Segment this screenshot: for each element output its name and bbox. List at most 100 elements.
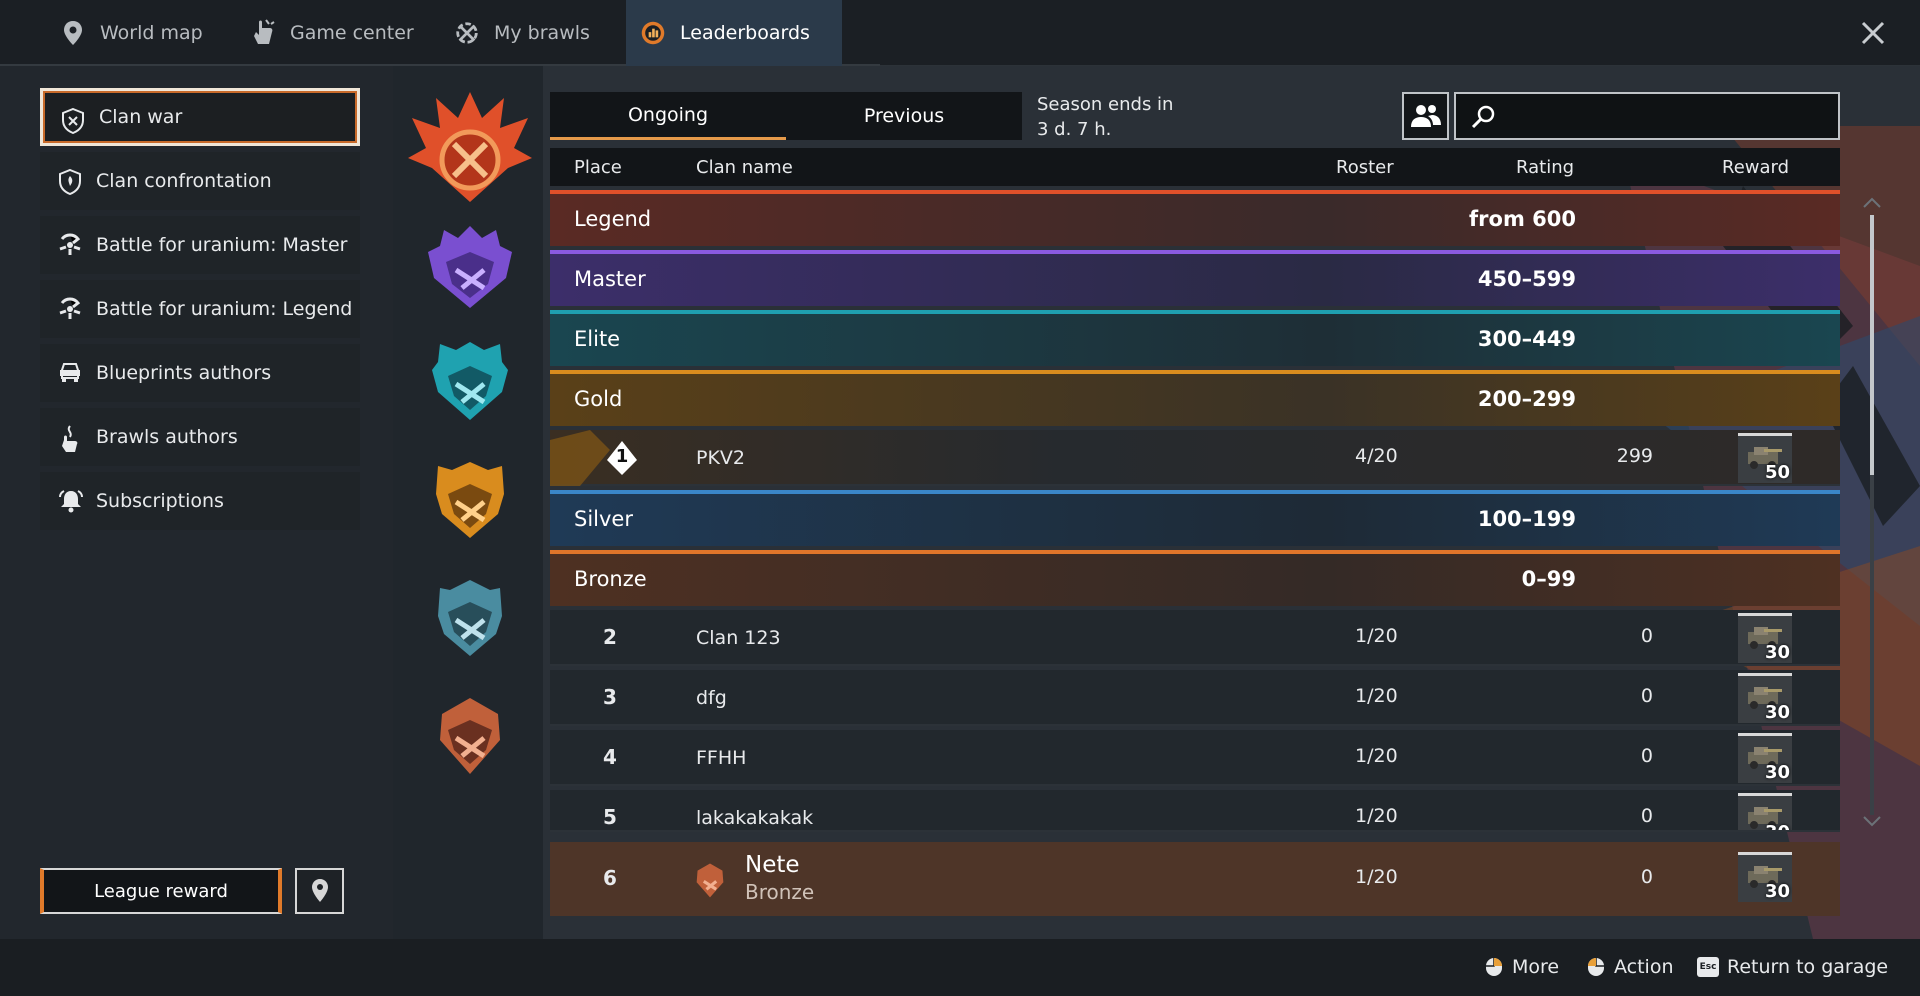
- league-color-bar: [550, 310, 1840, 314]
- scrollbar-thumb[interactable]: [1870, 215, 1874, 475]
- league-range: 300–449: [1477, 327, 1576, 351]
- column-rating: Rating: [1516, 157, 1575, 178]
- esc-key-icon: Esc: [1697, 957, 1719, 977]
- sidebar-item-label: Subscriptions: [96, 490, 224, 512]
- hint-label: Return to garage: [1727, 956, 1889, 978]
- table-row[interactable]: 5 lakakakakak 1/20 0 30: [550, 790, 1840, 832]
- sidebar-item-label: Blueprints authors: [96, 362, 272, 384]
- reward-item[interactable]: 50: [1738, 433, 1792, 483]
- rating-value: 0: [1640, 745, 1653, 767]
- close-icon: [1861, 21, 1885, 45]
- sidebar-item-blueprints-authors[interactable]: Blueprints authors: [40, 344, 360, 402]
- gold-league-emblem: [436, 462, 504, 538]
- league-name: Legend: [574, 207, 652, 231]
- place-number: 2: [603, 625, 617, 649]
- tab-ongoing[interactable]: Ongoing: [550, 92, 786, 140]
- roster-count: 1/20: [1355, 805, 1398, 827]
- close-button[interactable]: [1856, 16, 1890, 50]
- sidebar-item-uranium-legend[interactable]: Battle for uranium: Legend: [40, 280, 360, 338]
- tab-leaderboards[interactable]: Leaderboards: [626, 0, 842, 66]
- leaderboards-icon: [640, 20, 666, 46]
- hint-label: More: [1512, 956, 1560, 978]
- sidebar-item-uranium-master[interactable]: Battle for uranium: Master: [40, 216, 360, 274]
- tab-label: Game center: [290, 22, 414, 44]
- period-tabs: Ongoing Previous: [550, 92, 1022, 140]
- bell-icon: [58, 489, 83, 513]
- sidebar-item-brawls-authors[interactable]: Brawls authors: [40, 408, 360, 466]
- roster-count: 4/20: [1355, 445, 1398, 467]
- table-row[interactable]: 4 FFHH 1/20 0 30: [550, 730, 1840, 786]
- league-range: 100–199: [1477, 507, 1576, 531]
- game-center-icon: [250, 19, 276, 46]
- tab-world-map[interactable]: World map: [60, 0, 203, 66]
- place-number: 4: [603, 745, 617, 769]
- column-roster: Roster: [1336, 157, 1394, 178]
- sidebar-item-clan-confrontation[interactable]: Clan confrontation: [40, 152, 360, 210]
- chevron-down-icon[interactable]: [1862, 815, 1882, 829]
- reward-amount: 30: [1764, 881, 1790, 902]
- master-league-emblem: [428, 226, 512, 308]
- table-row[interactable]: 2 Clan 123 1/20 0 30: [550, 610, 1840, 666]
- league-row-legend: Legend from 600: [550, 190, 1840, 246]
- clan-name: dfg: [696, 687, 727, 709]
- reward-item[interactable]: 30: [1738, 613, 1792, 663]
- reward-amount: 30: [1765, 822, 1790, 830]
- clan-name: lakakakakak: [696, 807, 814, 829]
- uranium-icon: [58, 297, 82, 321]
- mouse-right-click-icon: [1486, 958, 1502, 976]
- league-color-bar: [550, 550, 1840, 554]
- show-friends-button[interactable]: [1402, 92, 1449, 140]
- flame-hand-icon: [58, 425, 82, 452]
- league-color-bar: [550, 370, 1840, 374]
- roster-count: 1/20: [1355, 866, 1398, 888]
- league-reward-label: League reward: [94, 880, 228, 902]
- table-header: Place Clan name Roster Rating Reward: [550, 148, 1840, 186]
- list-scrollbar[interactable]: [1862, 195, 1882, 835]
- clan-name: Nete: [745, 852, 800, 878]
- sidebar-item-label: Battle for uranium: Master: [96, 234, 348, 256]
- sidebar-item-clan-war[interactable]: Clan war: [40, 88, 360, 146]
- table-row[interactable]: 1 PKV2 4/20 299 50: [550, 430, 1840, 486]
- reward-item[interactable]: 30: [1738, 733, 1792, 783]
- uranium-icon: [58, 233, 82, 257]
- place-number: 6: [603, 866, 617, 890]
- table-row[interactable]: 3 dfg 1/20 0 30: [550, 670, 1840, 726]
- hint-return-to-garage[interactable]: Esc Return to garage: [1697, 956, 1888, 978]
- locate-own-clan-button[interactable]: [295, 868, 344, 914]
- bronze-league-emblem: [696, 863, 724, 898]
- bronze-league-emblem: [440, 698, 500, 774]
- tab-game-center[interactable]: Game center: [250, 0, 414, 66]
- sidebar-item-label: Clan confrontation: [96, 170, 272, 192]
- sidebar-item-label: Clan war: [99, 106, 183, 128]
- clan-search-input[interactable]: [1454, 92, 1840, 140]
- tab-label: Previous: [863, 105, 945, 127]
- hint-action[interactable]: Action: [1586, 956, 1674, 978]
- roster-count: 1/20: [1355, 625, 1398, 647]
- clan-name: FFHH: [696, 747, 747, 769]
- league-reward-button[interactable]: League reward: [40, 868, 282, 914]
- rating-value: 0: [1640, 685, 1653, 707]
- tab-my-brawls[interactable]: My brawls: [454, 0, 590, 66]
- sidebar-item-subscriptions[interactable]: Subscriptions: [40, 472, 360, 530]
- hint-label: Action: [1614, 956, 1674, 978]
- clan-league: Bronze: [745, 880, 815, 904]
- tab-previous[interactable]: Previous: [786, 92, 1022, 140]
- chevron-up-icon[interactable]: [1862, 195, 1882, 209]
- roster-count: 1/20: [1355, 685, 1398, 707]
- elite-league-emblem: [432, 342, 508, 420]
- reward-item[interactable]: 30: [1738, 673, 1792, 723]
- hint-more[interactable]: More: [1484, 956, 1559, 978]
- tab-label: Leaderboards: [680, 22, 810, 44]
- leaderboards-screen: World map Game center My brawls Leaderbo…: [0, 0, 1920, 996]
- reward-amount: 30: [1764, 642, 1790, 663]
- reward-amount: 30: [1764, 762, 1790, 783]
- reward-item[interactable]: 30: [1738, 793, 1792, 830]
- reward-item[interactable]: 30: [1738, 852, 1792, 902]
- own-clan-row[interactable]: 6 Nete Bronze 1/20 0 30: [550, 842, 1840, 916]
- silver-league-emblem: [438, 580, 502, 656]
- season-timer: Season ends in 3 d. 7 h.: [1037, 92, 1173, 142]
- league-name: Elite: [574, 327, 621, 351]
- league-range: 450–599: [1477, 267, 1576, 291]
- group-icon: [1410, 105, 1441, 127]
- league-row-elite: Elite 300–449: [550, 310, 1840, 366]
